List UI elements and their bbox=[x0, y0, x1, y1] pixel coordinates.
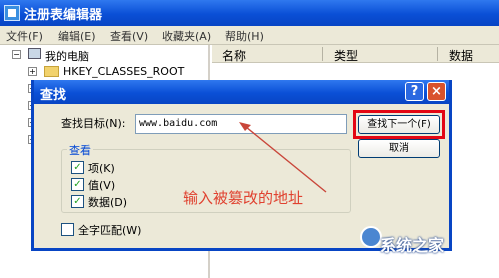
menu-help[interactable]: 帮助(H) bbox=[225, 28, 264, 44]
menu-file[interactable]: 文件(F) bbox=[6, 28, 43, 44]
column-type[interactable]: 类型 bbox=[334, 47, 358, 64]
collapse-icon[interactable]: − bbox=[12, 50, 21, 59]
expand-icon[interactable]: + bbox=[28, 67, 37, 76]
column-divider[interactable] bbox=[322, 47, 323, 61]
menu-favorites[interactable]: 收藏夹(A) bbox=[162, 28, 211, 44]
find-dialog: 查找 ? × 查找目标(N): www.baidu.com 查找下一个(F) 取… bbox=[31, 80, 452, 251]
list-header: 名称 类型 数据 bbox=[212, 45, 499, 63]
registry-icon bbox=[4, 5, 20, 21]
app-title: 注册表编辑器 bbox=[24, 8, 103, 23]
watermark: 系统之家 bbox=[380, 236, 445, 255]
watermark-logo-icon bbox=[360, 226, 382, 248]
menu-view[interactable]: 查看(V) bbox=[110, 28, 148, 44]
column-divider[interactable] bbox=[437, 47, 438, 61]
app-titlebar: 注册表编辑器 bbox=[0, 0, 499, 26]
annotation-arrow bbox=[239, 122, 327, 193]
annotation-text: 输入被篡改的地址 bbox=[183, 189, 304, 207]
column-name[interactable]: 名称 bbox=[222, 47, 246, 64]
folder-icon bbox=[44, 66, 59, 77]
column-data[interactable]: 数据 bbox=[449, 47, 473, 64]
menu-bar: 文件(F) 编辑(E) 查看(V) 收藏夹(A) 帮助(H) bbox=[0, 26, 499, 45]
menu-edit[interactable]: 编辑(E) bbox=[58, 28, 96, 44]
computer-icon bbox=[28, 48, 41, 59]
tree-item-my-computer[interactable]: 我的电脑 bbox=[45, 48, 89, 64]
tree-item-hkey-classes-root[interactable]: HKEY_CLASSES_ROOT bbox=[63, 65, 184, 78]
